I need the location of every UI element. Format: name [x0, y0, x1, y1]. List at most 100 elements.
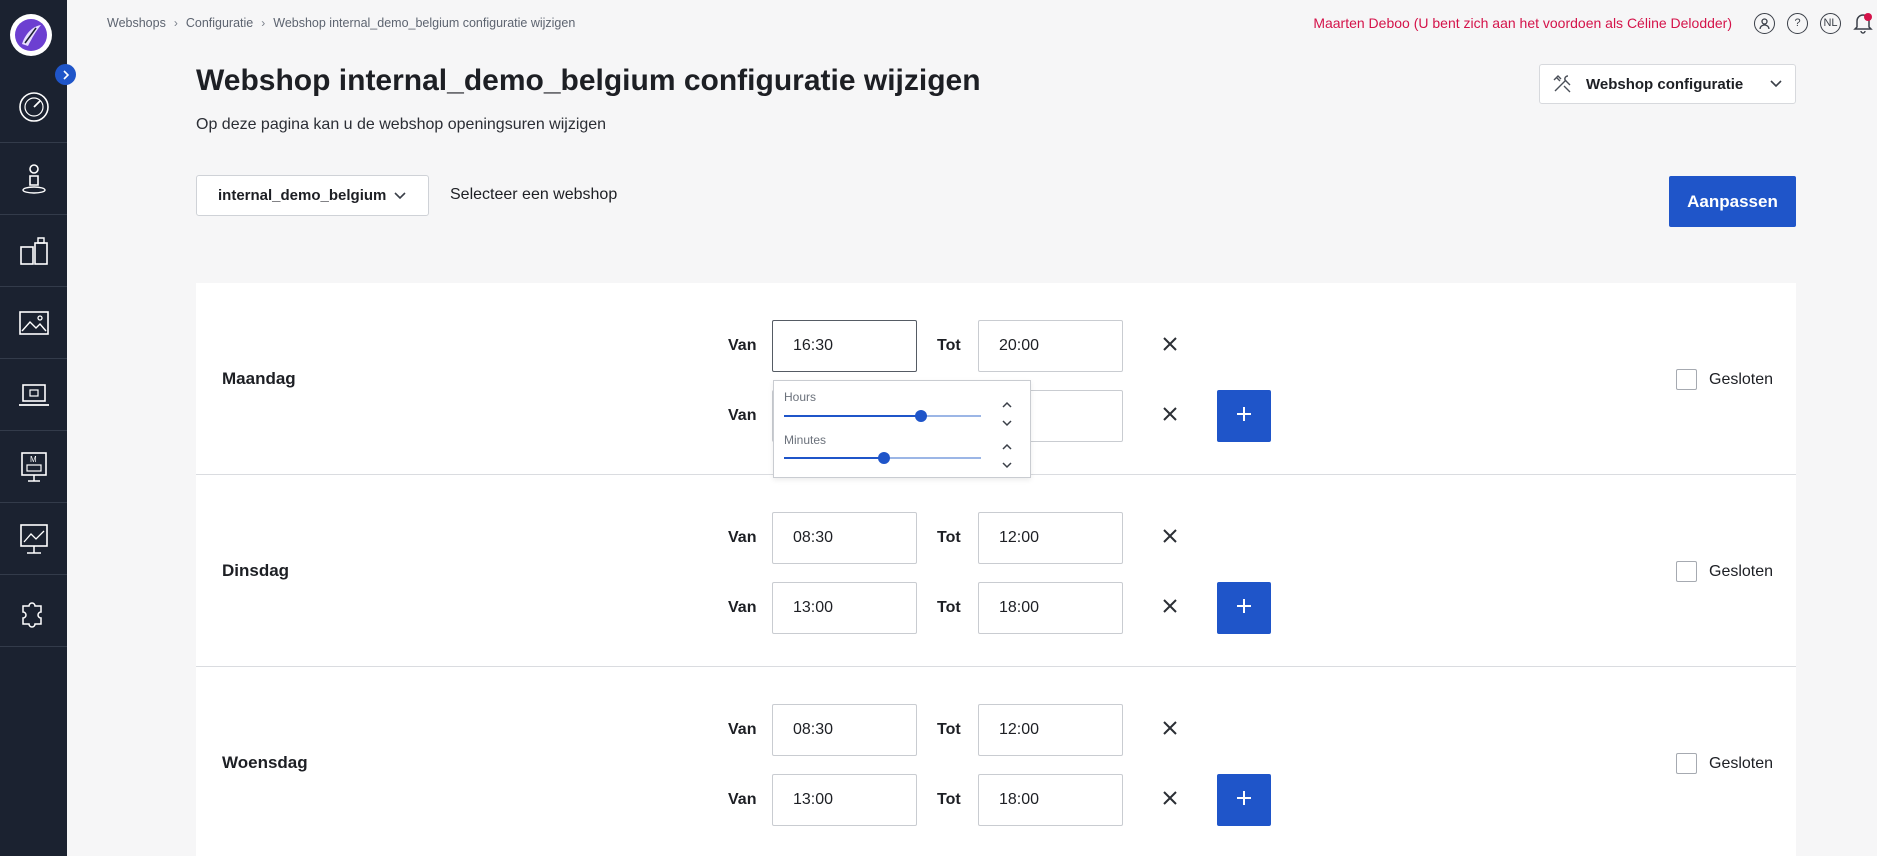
time-picker-popup: Hours Minutes [773, 380, 1031, 478]
minutes-slider[interactable] [784, 452, 981, 464]
app-logo[interactable] [10, 14, 52, 56]
from-label: Van [728, 791, 757, 808]
sidebar-expand-button[interactable] [55, 64, 76, 85]
chevron-down-icon [1002, 420, 1012, 427]
breadcrumb: Webshops › Configuratie › Webshop intern… [107, 16, 575, 30]
closed-label: Gesloten [1709, 562, 1774, 580]
plugin-icon [21, 601, 42, 628]
add-slot-button[interactable] [1217, 390, 1271, 442]
from-time-input[interactable]: 13:00 [772, 582, 917, 634]
sidebar-item-media[interactable] [0, 287, 67, 359]
time-slot-row: Van 16:30 Tot 20:00 [196, 320, 1796, 372]
remove-slot-button[interactable] [1158, 718, 1182, 742]
page-title: Webshop internal_demo_belgium configurat… [196, 64, 981, 97]
chevron-up-icon [1002, 401, 1012, 408]
tools-icon [1553, 75, 1571, 93]
sidebar-item-presentations[interactable] [0, 503, 67, 575]
from-label: Van [728, 529, 757, 546]
hours-increment-button[interactable] [1000, 399, 1014, 411]
chevron-down-icon [1770, 80, 1782, 88]
chevron-right-icon [62, 69, 69, 80]
person-icon [21, 163, 46, 194]
time-slot-row: Van 13:00 Tot 18:00 [196, 582, 1796, 634]
add-slot-button[interactable] [1217, 774, 1271, 826]
closed-toggle[interactable]: Gesloten [1676, 369, 1773, 390]
config-dropdown-label: Webshop configuratie [1586, 75, 1744, 93]
day-card: Dinsdag Van 08:30 Tot 12:00 Van 13:00 To… [196, 475, 1796, 667]
minutes-label: Minutes [784, 433, 827, 447]
from-label: Van [728, 599, 757, 616]
to-time-input[interactable]: 18:00 [978, 582, 1123, 634]
impersonation-text[interactable]: Maarten Deboo (U bent zich aan het voord… [1313, 15, 1732, 31]
from-label: Van [728, 337, 757, 354]
day-name: Dinsdag [222, 561, 290, 580]
to-label: Tot [937, 721, 961, 738]
closed-label: Gesloten [1709, 370, 1774, 388]
closed-checkbox[interactable] [1676, 369, 1697, 390]
minutes-decrement-button[interactable] [1000, 459, 1014, 471]
hours-slider-thumb[interactable] [915, 410, 927, 422]
close-icon [1161, 719, 1179, 742]
close-icon [1161, 527, 1179, 550]
page-subtitle: Op deze pagina kan u de webshop openings… [196, 116, 607, 133]
to-label: Tot [937, 599, 961, 616]
sidebar-item-webshop[interactable] [0, 359, 67, 431]
language-button[interactable]: NL [1820, 12, 1841, 34]
sidebar-item-dashboard[interactable] [0, 71, 67, 143]
close-icon [1161, 789, 1179, 812]
webshop-select[interactable]: internal_demo_belgium [196, 175, 429, 216]
hours-decrement-button[interactable] [1000, 417, 1014, 429]
closed-toggle[interactable]: Gesloten [1676, 753, 1773, 774]
chevron-up-icon [1002, 443, 1012, 450]
save-button[interactable]: Aanpassen [1669, 176, 1796, 227]
laptop-icon [18, 383, 49, 406]
images-icon [18, 310, 49, 335]
to-time-input[interactable]: 12:00 [978, 512, 1123, 564]
minutes-increment-button[interactable] [1000, 441, 1014, 453]
to-time-input[interactable]: 18:00 [978, 774, 1123, 826]
from-time-input[interactable]: 08:30 [772, 512, 917, 564]
remove-slot-button[interactable] [1158, 526, 1182, 550]
user-profile-icon[interactable] [1754, 12, 1775, 34]
chevron-down-icon [394, 191, 406, 199]
dashboard-icon [18, 91, 49, 122]
breadcrumb-webshops[interactable]: Webshops [107, 16, 166, 30]
add-slot-button[interactable] [1217, 582, 1271, 634]
sidebar-item-customers[interactable] [0, 143, 67, 215]
remove-slot-button[interactable] [1158, 596, 1182, 620]
plus-icon [1235, 597, 1253, 620]
closed-checkbox[interactable] [1676, 753, 1697, 774]
chevron-down-icon [1002, 462, 1012, 469]
presentation-icon [19, 523, 48, 554]
sidebar-item-display[interactable]: M [0, 431, 67, 503]
time-slot-row: Van 13:00 Tot 18:00 [196, 774, 1796, 826]
svg-text:M: M [30, 455, 37, 464]
to-time-input[interactable]: 12:00 [978, 704, 1123, 756]
sidebar-item-plugins[interactable] [0, 575, 67, 647]
chevron-right-icon: › [173, 16, 178, 30]
help-icon[interactable]: ? [1787, 12, 1808, 34]
breadcrumb-configuratie[interactable]: Configuratie [186, 16, 253, 30]
config-section-dropdown[interactable]: Webshop configuratie [1539, 64, 1796, 104]
remove-slot-button[interactable] [1158, 334, 1182, 358]
remove-slot-button[interactable] [1158, 404, 1182, 428]
sidebar: M [0, 0, 67, 856]
day-name: Maandag [222, 369, 296, 388]
from-time-input[interactable]: 08:30 [772, 704, 917, 756]
sidebar-item-products[interactable] [0, 215, 67, 287]
products-icon [19, 236, 48, 265]
hours-slider[interactable] [784, 410, 981, 422]
webshop-select-value: internal_demo_belgium [218, 187, 387, 204]
to-label: Tot [937, 337, 961, 354]
to-time-input[interactable]: 20:00 [978, 320, 1123, 372]
minutes-slider-thumb[interactable] [878, 452, 890, 464]
from-label: Van [728, 407, 757, 424]
closed-checkbox[interactable] [1676, 561, 1697, 582]
notification-bell-icon[interactable] [1853, 12, 1873, 34]
closed-toggle[interactable]: Gesloten [1676, 561, 1773, 582]
remove-slot-button[interactable] [1158, 788, 1182, 812]
from-time-input[interactable]: 13:00 [772, 774, 917, 826]
close-icon [1161, 405, 1179, 428]
from-time-input[interactable]: 16:30 [772, 320, 917, 372]
close-icon [1161, 597, 1179, 620]
